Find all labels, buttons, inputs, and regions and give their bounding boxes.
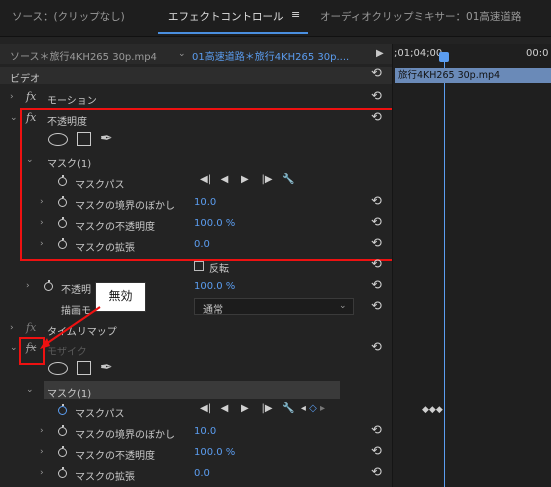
timecode-start: ;01;04;00 — [394, 48, 443, 59]
add-keyframe-icon[interactable]: ◇ — [309, 403, 317, 414]
ellipse-mask-icon[interactable] — [48, 362, 68, 375]
track-backward-all-icon[interactable]: ◀| — [200, 403, 211, 414]
wrench-icon[interactable]: 🔧 — [282, 403, 294, 414]
mosaic-feather-value[interactable]: 10.0 — [194, 426, 216, 437]
mosaic-mask-path-label: マスクパス — [75, 409, 125, 420]
reset-icon[interactable]: ⟲ — [371, 423, 382, 438]
expand-chevron-icon[interactable]: › — [40, 447, 44, 457]
prev-keyframe-icon[interactable]: ◂ — [301, 403, 306, 414]
timeline-clip[interactable]: 旅行4KH265 30p.mp4 — [395, 68, 551, 83]
mosaic-mask-1-label: マスク(1) — [47, 389, 92, 400]
expand-chevron-icon[interactable]: › — [40, 426, 44, 436]
timecode-end: 00:0 — [526, 48, 549, 59]
keyframe-icon[interactable]: ◆ — [436, 405, 443, 415]
mosaic-mask-track-controls: ◀| ◀ ▶ |▶ 🔧 ◂ ◇ ▸ — [200, 403, 325, 414]
playhead-line[interactable] — [444, 52, 445, 487]
keyframe-markers[interactable]: ◆◆◆ — [422, 405, 443, 415]
stopwatch-icon[interactable] — [58, 425, 67, 436]
pen-mask-icon[interactable]: ✒ — [100, 358, 113, 376]
expand-chevron-icon[interactable]: › — [40, 468, 44, 478]
rectangle-mask-icon[interactable] — [77, 361, 91, 375]
mosaic-mask-opacity-label: マスクの不透明度 — [75, 451, 155, 462]
reset-icon[interactable]: ⟲ — [371, 465, 382, 480]
stopwatch-icon[interactable] — [58, 467, 67, 478]
collapse-chevron-icon[interactable]: ⌄ — [26, 385, 34, 395]
mosaic-feather-label: マスクの境界のぼかし — [75, 430, 175, 441]
stopwatch-icon[interactable] — [58, 446, 67, 457]
mosaic-expansion-label: マスクの拡張 — [75, 472, 135, 483]
mosaic-mask-opacity-value[interactable]: 100.0 % — [194, 447, 235, 458]
keyframe-icon[interactable]: ◆ — [429, 405, 436, 415]
track-forward-all-icon[interactable]: |▶ — [261, 403, 272, 414]
track-backward-one-icon[interactable]: ◀ — [221, 403, 229, 414]
mosaic-expansion-value[interactable]: 0.0 — [194, 468, 210, 479]
mini-timeline[interactable] — [392, 44, 551, 487]
stopwatch-active-icon[interactable] — [58, 404, 67, 415]
keyframe-icon[interactable]: ◆ — [422, 405, 429, 415]
track-forward-one-icon[interactable]: ▶ — [241, 403, 249, 414]
reset-icon[interactable]: ⟲ — [371, 444, 382, 459]
next-keyframe-icon[interactable]: ▸ — [320, 403, 325, 414]
